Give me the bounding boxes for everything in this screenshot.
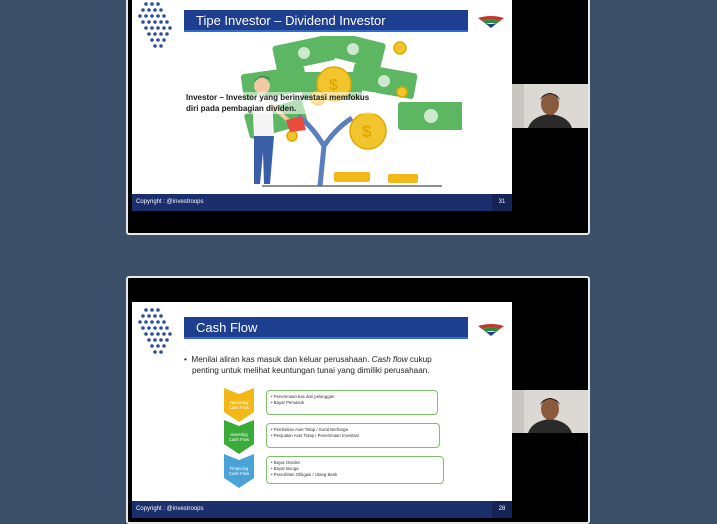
investing-box: • Pembelian Aset Tetap / Surat Berharga …	[266, 423, 440, 448]
webcam-feed-1	[512, 84, 588, 128]
money-tree-illustration: $ $	[240, 36, 462, 187]
footer-copyright: Copyright : @investroops	[136, 199, 204, 205]
slide-title: Cash Flow	[184, 317, 468, 339]
brand-logo-icon	[478, 324, 504, 336]
slide-caption: Investor – Investor yang berinvestasi me…	[186, 92, 376, 114]
investing-item-2: • Penjualan Aset Tetap / Penerimaan Inve…	[271, 433, 359, 438]
financing-item-3: • Penerbitan Obligasi / Utang Bank	[271, 472, 338, 477]
bullet-line-2: penting untuk melihat keuntungan tunai y…	[192, 366, 430, 375]
decorative-dots-icon	[138, 2, 172, 48]
presentation-panel-1: Tipe Investor – Dividend Investor $ $ In…	[126, 0, 590, 235]
operating-item-2: • Bayar Pemasok	[271, 400, 305, 405]
financing-label: Financing Cash Flow	[224, 466, 254, 476]
slide-31: Tipe Investor – Dividend Investor $ $ In…	[132, 0, 512, 211]
decorative-dots-icon	[138, 308, 172, 354]
bullet-text: • Menilai aliran kas masuk dan keluar pe…	[184, 354, 474, 376]
slide-footer: Copyright : @investroops 31	[132, 194, 512, 211]
svg-text:$: $	[362, 122, 372, 141]
operating-label-2: Cash Flow	[228, 405, 250, 410]
webcam-feed-2	[512, 390, 588, 433]
financing-box: • Bayar Dividen • Bayar Bunga • Penerbit…	[266, 456, 444, 484]
presentation-panel-2: Cash Flow • Menilai aliran kas masuk dan…	[126, 276, 590, 524]
slide-title: Tipe Investor – Dividend Investor	[184, 10, 468, 32]
brand-logo-icon	[478, 16, 504, 28]
caption-line-1: Investor – Investor yang berinvestasi me…	[186, 93, 370, 102]
bullet-text-b: cukup	[407, 355, 432, 364]
caption-line-2: diri pada pembagian dividen.	[186, 104, 297, 113]
footer-copyright: Copyright : @investroops	[136, 506, 204, 512]
presenter-avatar	[512, 84, 588, 128]
page-number: 28	[492, 501, 512, 518]
presenter-avatar	[512, 390, 588, 433]
operating-label: Operating Cash Flow	[224, 400, 254, 410]
bullet-text-a: Menilai aliran kas masuk dan keluar peru…	[191, 355, 372, 364]
slide-28: Cash Flow • Menilai aliran kas masuk dan…	[132, 302, 512, 518]
investing-label-2: Cash Flow	[228, 437, 250, 442]
page-number: 31	[492, 194, 512, 211]
financing-label-2: Cash Flow	[228, 471, 250, 476]
operating-box: • Penerimaan kas dari pelanggan • Bayar …	[266, 390, 438, 415]
bullet-italic: Cash flow	[371, 355, 408, 364]
bullet-line-1: • Menilai aliran kas masuk dan keluar pe…	[184, 355, 432, 364]
slide-footer: Copyright : @investroops 28	[132, 501, 512, 518]
investing-label: Investing Cash Flow	[224, 432, 254, 442]
